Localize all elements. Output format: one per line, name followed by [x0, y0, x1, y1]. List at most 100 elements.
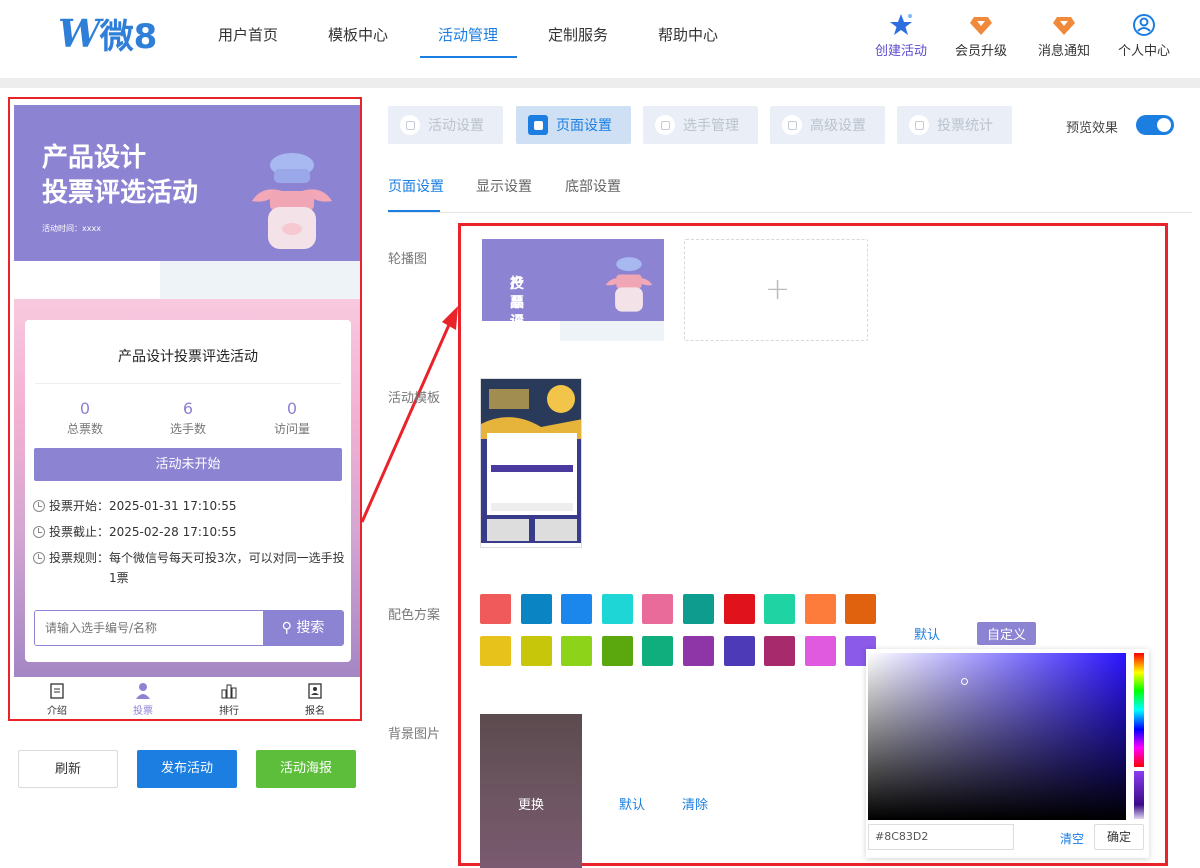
info-icon [33, 552, 45, 564]
stat-total-votes: 0 总票数 [66, 399, 103, 437]
preview-banner-strip [160, 261, 360, 299]
heart-icon [400, 115, 420, 135]
color-swatch[interactable] [723, 636, 755, 666]
color-swatch[interactable] [683, 636, 714, 666]
nav-custom-service[interactable]: 定制服务 [540, 24, 616, 46]
color-swatch[interactable] [601, 636, 633, 666]
nav-activity-management[interactable]: 活动管理 [430, 24, 506, 46]
toggle-knob [1157, 118, 1171, 132]
logo-text: 微8 [99, 16, 158, 57]
stat-contestants: 6 选手数 [169, 399, 206, 437]
color-swatch[interactable] [764, 636, 796, 666]
color-scheme-label: 配色方案 [388, 608, 441, 623]
background-image-thumbnail[interactable]: 更换 [480, 714, 582, 868]
color-swatch[interactable] [845, 594, 877, 624]
tab-vote[interactable]: 投票 [100, 677, 186, 719]
stat-visits: 0 访问量 [273, 399, 310, 437]
bg-image-label: 背景图片 [388, 727, 441, 742]
clock-icon [33, 500, 45, 512]
red-arrow-annotation [360, 306, 458, 523]
activity-title: 产品设计投票评选活动 [118, 349, 258, 365]
activity-poster-button[interactable]: 活动海报 [256, 750, 356, 788]
bg-clear-link[interactable]: 清除 [682, 794, 708, 813]
color-swatch[interactable] [561, 636, 593, 666]
color-swatch[interactable] [601, 594, 633, 624]
vote-start-row: 投票开始： 2025-01-31 17:10:55 [33, 496, 348, 516]
tab-contestant-management[interactable]: 选手管理 [643, 106, 758, 144]
divider [35, 383, 341, 384]
tab-advanced-settings[interactable]: 高级设置 [770, 106, 885, 144]
subtab-baseline [388, 212, 1192, 213]
tab-activity-settings[interactable]: 活动设置 [388, 106, 503, 144]
color-swatch[interactable] [561, 594, 593, 624]
color-swatch[interactable] [804, 636, 836, 666]
color-swatch[interactable] [520, 636, 552, 666]
refresh-button[interactable]: 刷新 [18, 750, 118, 788]
color-swatch[interactable] [480, 594, 511, 624]
notifications-button[interactable]: 消息通知 [1024, 12, 1104, 59]
subtab-page-settings[interactable]: 页面设置 [388, 176, 444, 196]
brand-logo[interactable]: W 微8 [58, 10, 158, 57]
tab-ranking[interactable]: 排行 [186, 677, 272, 719]
color-swatch[interactable] [804, 594, 836, 624]
phone-preview: 产品设计 投票评选活动 活动时间：xxxx 产品设计投票评选活动 0 总票数 6… [8, 97, 362, 721]
tab-vote-statistics[interactable]: 投票统计 [897, 106, 1012, 144]
saturation-panel[interactable] [868, 653, 1126, 820]
color-swatch[interactable] [480, 636, 511, 666]
contestant-search-input[interactable] [35, 611, 263, 645]
color-cursor[interactable] [961, 678, 968, 685]
nav-templates[interactable]: 模板中心 [320, 24, 396, 46]
picker-confirm-button[interactable]: 确定 [1094, 824, 1144, 850]
nav-help[interactable]: 帮助中心 [650, 24, 726, 46]
ranking-icon [221, 684, 237, 699]
alpha-slider[interactable] [1134, 771, 1144, 819]
scheme-default-option[interactable]: 默认 [914, 624, 940, 643]
create-activity-button[interactable]: 创建活动 [861, 12, 941, 59]
color-swatch[interactable] [520, 594, 552, 624]
color-swatch[interactable] [642, 594, 674, 624]
picker-clear-button[interactable]: 清空 [1060, 830, 1084, 847]
user-circle-icon [1133, 14, 1155, 36]
id-card-icon [308, 683, 322, 699]
plus-icon: + [765, 272, 791, 307]
color-picker-popup: #8C83D2 清空 确定 [866, 649, 1149, 858]
activity-status-button[interactable]: 活动未开始 [34, 448, 342, 481]
logo-w-mark: W [58, 10, 101, 56]
preview-label: 预览效果 [1066, 121, 1119, 136]
tab-signup[interactable]: 报名 [272, 677, 358, 719]
subtab-display-settings[interactable]: 显示设置 [476, 176, 532, 196]
banner-time: 活动时间：xxxx [42, 224, 101, 233]
carousel-thumbnail[interactable]: 产品设计投票评选活动 [482, 239, 664, 341]
document-icon [50, 683, 64, 699]
banner-title: 产品设计 投票评选活动 [42, 143, 199, 208]
activity-template-thumbnail[interactable] [480, 378, 582, 548]
scheme-custom-option[interactable]: 自定义 [977, 622, 1037, 645]
publish-activity-button[interactable]: 发布活动 [137, 750, 237, 788]
color-swatch[interactable] [642, 636, 674, 666]
hue-slider[interactable] [1134, 653, 1144, 767]
nav-home[interactable]: 用户首页 [210, 24, 286, 46]
preview-toggle[interactable] [1136, 115, 1174, 135]
subtab-active-indicator [388, 210, 440, 212]
tab-intro[interactable]: 介绍 [14, 677, 100, 719]
person-icon [136, 683, 150, 699]
sliders-icon [782, 115, 802, 135]
change-bg-button[interactable]: 更换 [480, 794, 582, 813]
hex-input[interactable]: #8C83D2 [868, 824, 1014, 850]
star-icon [890, 14, 912, 35]
carousel-label: 轮播图 [388, 252, 428, 267]
color-swatch[interactable] [764, 594, 796, 624]
user-icon [655, 115, 675, 135]
bg-default-link[interactable]: 默认 [619, 794, 645, 813]
profile-button[interactable]: 个人中心 [1104, 12, 1184, 59]
tab-page-settings[interactable]: 页面设置 [516, 106, 631, 144]
member-upgrade-button[interactable]: 会员升级 [941, 12, 1021, 59]
clock-icon [33, 526, 45, 538]
template-label: 活动模板 [388, 391, 441, 406]
subtab-footer-settings[interactable]: 底部设置 [565, 176, 621, 196]
search-button[interactable]: ⚲ 搜索 [263, 611, 343, 645]
color-swatch[interactable] [683, 594, 714, 624]
add-carousel-button[interactable]: + [684, 239, 868, 341]
color-swatch[interactable] [723, 594, 755, 624]
preview-banner: 产品设计 投票评选活动 活动时间：xxxx [14, 105, 360, 261]
